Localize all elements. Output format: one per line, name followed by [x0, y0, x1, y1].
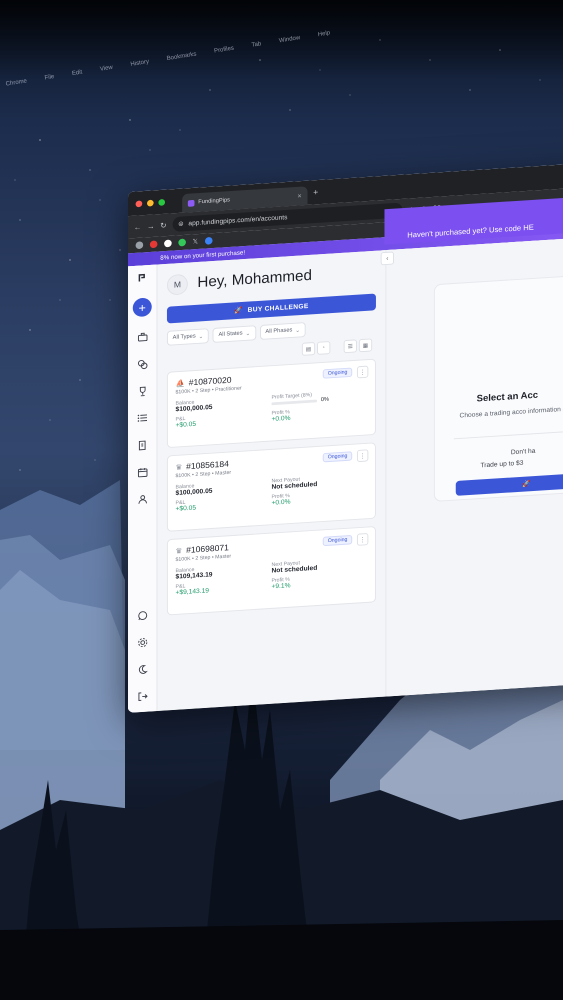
menubar-item[interactable]: Edit [72, 70, 83, 78]
divider [453, 425, 563, 440]
rocket-icon: 🚀 [234, 307, 243, 315]
zoom-window-button[interactable] [158, 198, 166, 206]
menubar-item[interactable]: Bookmarks [166, 52, 197, 63]
empty-state-subtitle: Choose a trading acco information a [459, 406, 563, 420]
no-account-text: Don't ha [510, 448, 536, 457]
greeting-row: M Hey, Mohammed [166, 262, 376, 296]
account-stats: Balance $109,143.19 Next Payout Not sche… [176, 556, 368, 597]
account-id: #10870020 [188, 375, 232, 388]
logo-icon[interactable] [136, 271, 149, 285]
status-badge: Ongoing [322, 367, 353, 379]
state-filter-value: All States [218, 330, 243, 338]
certificate-icon[interactable] [136, 438, 149, 452]
reload-icon[interactable]: ↻ [160, 221, 166, 230]
state-filter-select[interactable]: All States ⌄ [212, 325, 256, 343]
bookmark-icon[interactable] [164, 239, 172, 248]
fundingpips-favicon-icon [187, 199, 195, 207]
whatsapp-bookmark-icon[interactable] [178, 238, 186, 247]
type-filter-select[interactable]: All Types ⌄ [166, 328, 210, 346]
menubar-item[interactable]: View [100, 65, 114, 73]
menubar-item[interactable]: Profiles [214, 46, 235, 55]
more-options-icon[interactable]: ⋮ [356, 533, 369, 546]
chevron-down-icon: ⌄ [295, 327, 300, 334]
view-toggle: ☰ ▦ [343, 338, 373, 354]
browser-window: FundingPips ✕ + ← → ↻ ⊜ app.fundingpips.… [128, 160, 563, 713]
coins-icon[interactable] [136, 357, 149, 371]
empty-state-card: Select an Acc Choose a trading acco info… [433, 268, 563, 502]
youtube-bookmark-icon[interactable] [149, 240, 158, 249]
get-funded-button[interactable]: 🚀 [455, 468, 563, 496]
more-options-icon[interactable]: ⋮ [356, 365, 369, 379]
crown-icon: ♛ [175, 546, 183, 555]
back-icon[interactable]: ← [134, 222, 142, 231]
menubar-item[interactable]: Chrome [5, 78, 27, 87]
account-stats: Balance $100,000.05 Profit Target (8%) 0… [176, 389, 368, 429]
page-title: Hey, Mohammed [197, 267, 312, 291]
crown-icon: ♛ [175, 462, 183, 472]
list-icon[interactable] [136, 411, 149, 425]
profit-target-value: 0% [320, 396, 330, 404]
status-badge: Ongoing [322, 451, 353, 463]
settings-icon[interactable] [136, 635, 149, 649]
briefcase-icon[interactable] [136, 330, 149, 344]
list-view-icon[interactable]: ☰ [343, 339, 357, 354]
site-info-icon[interactable]: ⊜ [178, 220, 184, 228]
close-tab-icon[interactable]: ✕ [297, 193, 302, 200]
new-tab-icon[interactable]: + [313, 187, 318, 197]
account-id: #10698071 [186, 542, 229, 555]
rocket-icon: 🚀 [522, 480, 531, 488]
avatar[interactable]: M [166, 273, 188, 296]
phase-filter-value: All Phases [265, 327, 293, 335]
account-card[interactable]: ♛ #10856184 Ongoing ⋮ $100K • 2 Step • M… [166, 442, 376, 532]
close-window-button[interactable] [135, 199, 143, 207]
calendar-icon[interactable] [136, 465, 149, 479]
toggle-icon[interactable]: ◦ [317, 341, 331, 355]
grid-view-icon[interactable]: ▦ [358, 338, 373, 353]
apps-icon[interactable] [135, 241, 144, 250]
empty-state-title: Select an Acc [476, 390, 539, 405]
account-card[interactable]: ⛵ #10870020 Ongoing ⋮ $100K • 2 Step • P… [166, 358, 376, 449]
whatsapp-icon[interactable] [136, 608, 149, 622]
address-bar-url: app.fundingpips.com/en/accounts [188, 214, 288, 227]
x-bookmark-icon[interactable]: 𝕏 [193, 238, 198, 246]
chevron-down-icon: ⌄ [198, 333, 204, 340]
promo-right-text: Haven't purchased yet? Use code HE [407, 223, 534, 240]
menubar-item[interactable]: History [130, 59, 149, 68]
archive-icon[interactable]: ▤ [301, 342, 316, 356]
chevron-down-icon: ⌄ [245, 330, 251, 337]
app-shell: + M Hey, Mohammed 🚀 BUY CHALLENGE All Ty… [128, 235, 563, 713]
sidebar: + [128, 264, 158, 713]
tab-title: FundingPips [198, 197, 230, 206]
account-card[interactable]: ♛ #10698071 Ongoing ⋮ $100K • 2 Step • M… [166, 526, 376, 616]
forward-icon[interactable]: → [147, 221, 155, 230]
users-icon[interactable] [136, 492, 149, 506]
status-badge: Ongoing [322, 534, 353, 547]
type-filter-value: All Types [172, 333, 196, 341]
archive-toggle: ▤ ◦ [301, 341, 331, 356]
add-icon[interactable]: + [132, 297, 152, 318]
buy-challenge-label: BUY CHALLENGE [247, 302, 309, 314]
account-id: #10856184 [186, 459, 229, 472]
account-stats: Balance $100,000.05 Next Payout Not sche… [176, 473, 368, 513]
trophy-icon[interactable] [136, 384, 149, 398]
trade-up-text: Trade up to $3 [480, 459, 524, 470]
account-detail-panel: ‹ Select an Acc Choose a trading acco in… [380, 235, 563, 697]
accounts-panel: M Hey, Mohammed 🚀 BUY CHALLENGE All Type… [157, 250, 387, 711]
minimize-window-button[interactable] [147, 199, 154, 207]
menubar-item[interactable]: Window [279, 35, 301, 44]
phase-filter-select[interactable]: All Phases ⌄ [259, 322, 306, 340]
moon-icon[interactable] [136, 662, 149, 676]
menubar-item[interactable]: Help [318, 30, 331, 38]
more-options-icon[interactable]: ⋮ [356, 449, 369, 463]
menubar-item[interactable]: Tab [251, 41, 262, 48]
collapse-panel-icon[interactable]: ‹ [380, 251, 394, 266]
sailboat-icon: ⛵ [175, 378, 185, 388]
menubar-item[interactable]: File [44, 74, 54, 81]
logout-icon[interactable] [136, 689, 149, 703]
bookmark-icon[interactable] [204, 236, 213, 245]
window-controls [128, 198, 166, 207]
